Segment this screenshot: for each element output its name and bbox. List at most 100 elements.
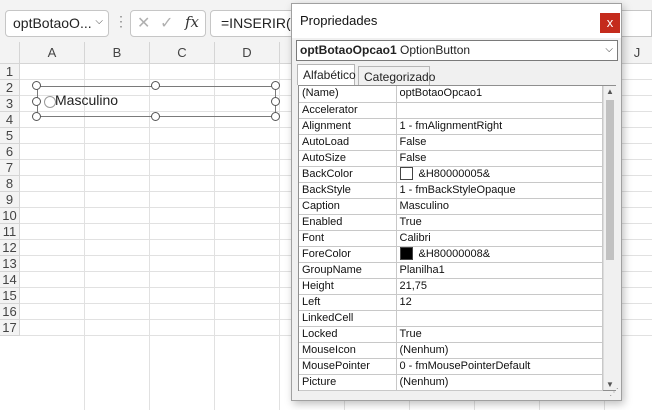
- property-name[interactable]: MousePointer: [299, 358, 397, 375]
- chevron-down-icon[interactable]: ⌵: [95, 16, 103, 27]
- property-name[interactable]: Caption: [299, 198, 397, 215]
- name-box[interactable]: optBotaoO... ⌵: [5, 10, 109, 37]
- row-header[interactable]: 3: [0, 96, 20, 112]
- property-value[interactable]: Masculino: [396, 198, 603, 215]
- property-value[interactable]: (Nenhum): [396, 342, 603, 359]
- row-header[interactable]: 16: [0, 304, 20, 320]
- property-row[interactable]: BackColor &H80000005&: [299, 166, 603, 183]
- property-name[interactable]: LinkedCell: [299, 310, 397, 327]
- enter-icon[interactable]: ✓: [160, 13, 173, 33]
- resize-handle-top-left[interactable]: [32, 81, 41, 90]
- property-name[interactable]: Accelerator: [299, 102, 397, 119]
- properties-titlebar[interactable]: Propriedades x: [292, 4, 621, 38]
- column-header[interactable]: B: [85, 42, 150, 64]
- row-header[interactable]: 12: [0, 240, 20, 256]
- row-header[interactable]: 1: [0, 64, 20, 80]
- row-header[interactable]: 13: [0, 256, 20, 272]
- property-value[interactable]: 1 - fmBackStyleOpaque: [396, 182, 603, 199]
- property-name[interactable]: GroupName: [299, 262, 397, 279]
- tab-categorizado[interactable]: Categorizado: [358, 66, 435, 85]
- property-name[interactable]: Alignment: [299, 118, 397, 135]
- row-header[interactable]: 6: [0, 144, 20, 160]
- property-row[interactable]: Left 12: [299, 294, 603, 311]
- row-header[interactable]: 5: [0, 128, 20, 144]
- object-selector-dropdown[interactable]: optBotaoOpcao1 OptionButton ⌵: [296, 40, 618, 61]
- resize-handle-top[interactable]: [151, 81, 160, 90]
- row-header[interactable]: 15: [0, 288, 20, 304]
- cancel-icon[interactable]: ✕: [137, 13, 150, 33]
- select-all-corner[interactable]: [0, 42, 20, 64]
- property-value[interactable]: &H80000008&: [396, 246, 603, 263]
- property-name[interactable]: ForeColor: [299, 246, 397, 263]
- scroll-up-icon[interactable]: ▲: [606, 87, 614, 96]
- property-value[interactable]: [396, 102, 603, 119]
- row-header[interactable]: 11: [0, 224, 20, 240]
- property-row[interactable]: Font Calibri: [299, 230, 603, 247]
- resize-handle-bottom-right[interactable]: [271, 112, 280, 121]
- property-row[interactable]: Alignment 1 - fmAlignmentRight: [299, 118, 603, 135]
- row-header[interactable]: 10: [0, 208, 20, 224]
- property-row[interactable]: AutoSize False: [299, 150, 603, 167]
- insert-function-icon[interactable]: fx: [185, 13, 199, 31]
- property-name[interactable]: (Name): [299, 86, 397, 103]
- property-name[interactable]: Height: [299, 278, 397, 295]
- row-header[interactable]: 9: [0, 192, 20, 208]
- resize-handle-left[interactable]: [32, 97, 41, 106]
- property-row[interactable]: (Name) optBotaoOpcao1: [299, 86, 603, 103]
- property-value[interactable]: Planilha1: [396, 262, 603, 279]
- row-header[interactable]: 4: [0, 112, 20, 128]
- property-row[interactable]: LinkedCell: [299, 310, 603, 327]
- property-row[interactable]: Caption Masculino: [299, 198, 603, 215]
- property-row[interactable]: Locked True: [299, 326, 603, 343]
- resize-handle-top-right[interactable]: [271, 81, 280, 90]
- column-header[interactable]: C: [150, 42, 215, 64]
- tab-alfabetico[interactable]: Alfabético: [297, 64, 356, 85]
- property-value[interactable]: 21,75: [396, 278, 603, 295]
- column-header[interactable]: D: [215, 42, 280, 64]
- resize-grip-icon[interactable]: ⋰: [609, 387, 619, 398]
- property-row[interactable]: BackStyle 1 - fmBackStyleOpaque: [299, 182, 603, 199]
- property-row[interactable]: MouseIcon (Nenhum): [299, 342, 603, 359]
- property-value[interactable]: 0 - fmMousePointerDefault: [396, 358, 603, 375]
- row-header[interactable]: 17: [0, 320, 20, 336]
- close-button[interactable]: x: [600, 13, 620, 33]
- row-header[interactable]: 2: [0, 80, 20, 96]
- scrollbar-thumb[interactable]: [606, 100, 614, 260]
- property-value[interactable]: True: [396, 326, 603, 343]
- property-name[interactable]: Font: [299, 230, 397, 247]
- property-row[interactable]: Accelerator: [299, 102, 603, 119]
- property-row[interactable]: MousePointer 0 - fmMousePointerDefault: [299, 358, 603, 375]
- row-header[interactable]: 14: [0, 272, 20, 288]
- property-value[interactable]: True: [396, 214, 603, 231]
- resize-handle-right[interactable]: [271, 97, 280, 106]
- row-header[interactable]: 7: [0, 160, 20, 176]
- property-name[interactable]: AutoLoad: [299, 134, 397, 151]
- properties-window[interactable]: Propriedades x optBotaoOpcao1 OptionButt…: [291, 3, 622, 401]
- property-value[interactable]: [396, 310, 603, 327]
- row-header[interactable]: 8: [0, 176, 20, 192]
- property-name[interactable]: BackColor: [299, 166, 397, 183]
- property-name[interactable]: Enabled: [299, 214, 397, 231]
- property-row[interactable]: Picture (Nenhum): [299, 374, 603, 391]
- resize-handle-bottom[interactable]: [151, 112, 160, 121]
- property-name[interactable]: AutoSize: [299, 150, 397, 167]
- property-row[interactable]: Height 21,75: [299, 278, 603, 295]
- property-name[interactable]: Picture: [299, 374, 397, 391]
- property-value[interactable]: False: [396, 134, 603, 151]
- property-name[interactable]: BackStyle: [299, 182, 397, 199]
- property-value[interactable]: (Nenhum): [396, 374, 603, 391]
- property-name[interactable]: Locked: [299, 326, 397, 343]
- column-header[interactable]: A: [20, 42, 85, 64]
- property-row[interactable]: GroupName Planilha1: [299, 262, 603, 279]
- property-name[interactable]: MouseIcon: [299, 342, 397, 359]
- property-value[interactable]: Calibri: [396, 230, 603, 247]
- property-row[interactable]: AutoLoad False: [299, 134, 603, 151]
- more-options-icon[interactable]: ⋮: [114, 13, 128, 30]
- property-row[interactable]: ForeColor &H80000008&: [299, 246, 603, 263]
- property-name[interactable]: Left: [299, 294, 397, 311]
- property-value[interactable]: &H80000005&: [396, 166, 603, 183]
- property-value[interactable]: 12: [396, 294, 603, 311]
- property-row[interactable]: Enabled True: [299, 214, 603, 231]
- chevron-down-icon[interactable]: ⌵: [605, 44, 613, 55]
- vertical-scrollbar[interactable]: ▲ ▼: [603, 86, 616, 390]
